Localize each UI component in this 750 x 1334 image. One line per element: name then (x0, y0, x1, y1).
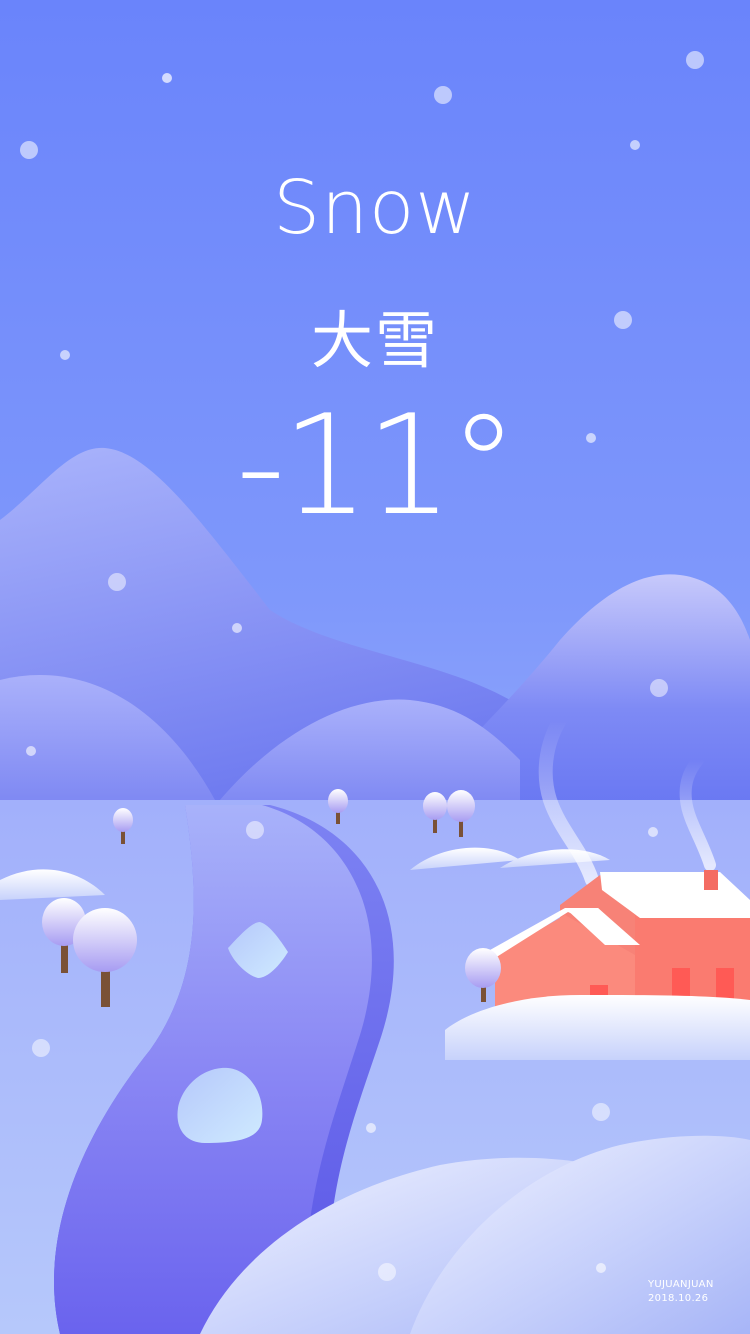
weather-condition-english: Snow (273, 165, 477, 251)
snowflake (434, 86, 452, 104)
artist-signature: YUJUANJUAN 2018.10.26 (648, 1278, 714, 1306)
weather-screen: Snow 大雪 -11° YUJUANJUAN 2018.10.26 (0, 0, 750, 1334)
weather-condition-chinese: 大雪 (310, 304, 439, 377)
snowflake (596, 1263, 606, 1273)
snowflake (630, 140, 640, 150)
snowflake (378, 1263, 396, 1281)
signature-author: YUJUANJUAN (648, 1279, 714, 1290)
chimney (704, 870, 718, 890)
snowflake (246, 821, 264, 839)
snowflake (232, 623, 242, 633)
snowflake (32, 1039, 50, 1057)
snowflake (648, 827, 658, 837)
snowflake (686, 51, 704, 69)
snowflake (162, 73, 172, 83)
snowflake (650, 679, 668, 697)
house-window (716, 968, 734, 1002)
temperature-reading: -11° (235, 385, 518, 546)
snowflake (592, 1103, 610, 1121)
signature-date: 2018.10.26 (648, 1293, 709, 1304)
snowflake (366, 1123, 376, 1133)
snowflake (26, 746, 36, 756)
snowflake (108, 573, 126, 591)
snowflake (20, 141, 38, 159)
